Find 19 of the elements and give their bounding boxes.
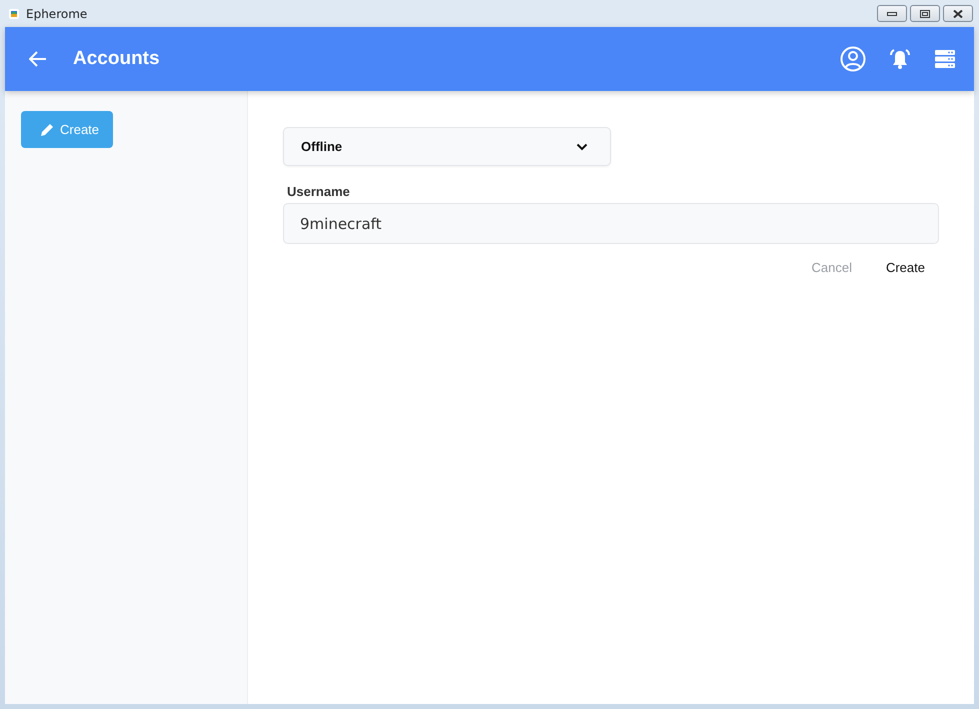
account-type-dropdown[interactable]: Offline	[283, 127, 611, 166]
close-icon	[953, 10, 963, 18]
server-button[interactable]	[934, 49, 956, 69]
action-button[interactable]: Create	[872, 254, 939, 281]
account-button[interactable]	[840, 46, 866, 72]
notification-button[interactable]	[888, 47, 912, 71]
app-logo-icon	[8, 8, 20, 20]
window-title: Epherome	[26, 6, 88, 20]
pencil-icon	[39, 122, 55, 138]
maximize-button[interactable]	[910, 5, 940, 22]
minimize-button[interactable]	[877, 5, 907, 22]
maximize-icon	[920, 10, 930, 18]
chevron-down-icon	[576, 142, 588, 150]
username-label: Username	[287, 184, 350, 199]
close-button[interactable]	[943, 5, 973, 22]
username-field[interactable]: 9minecraft	[283, 203, 939, 244]
minimize-icon	[887, 12, 897, 16]
back-button[interactable]	[29, 51, 47, 67]
page-title: Accounts	[73, 48, 160, 70]
